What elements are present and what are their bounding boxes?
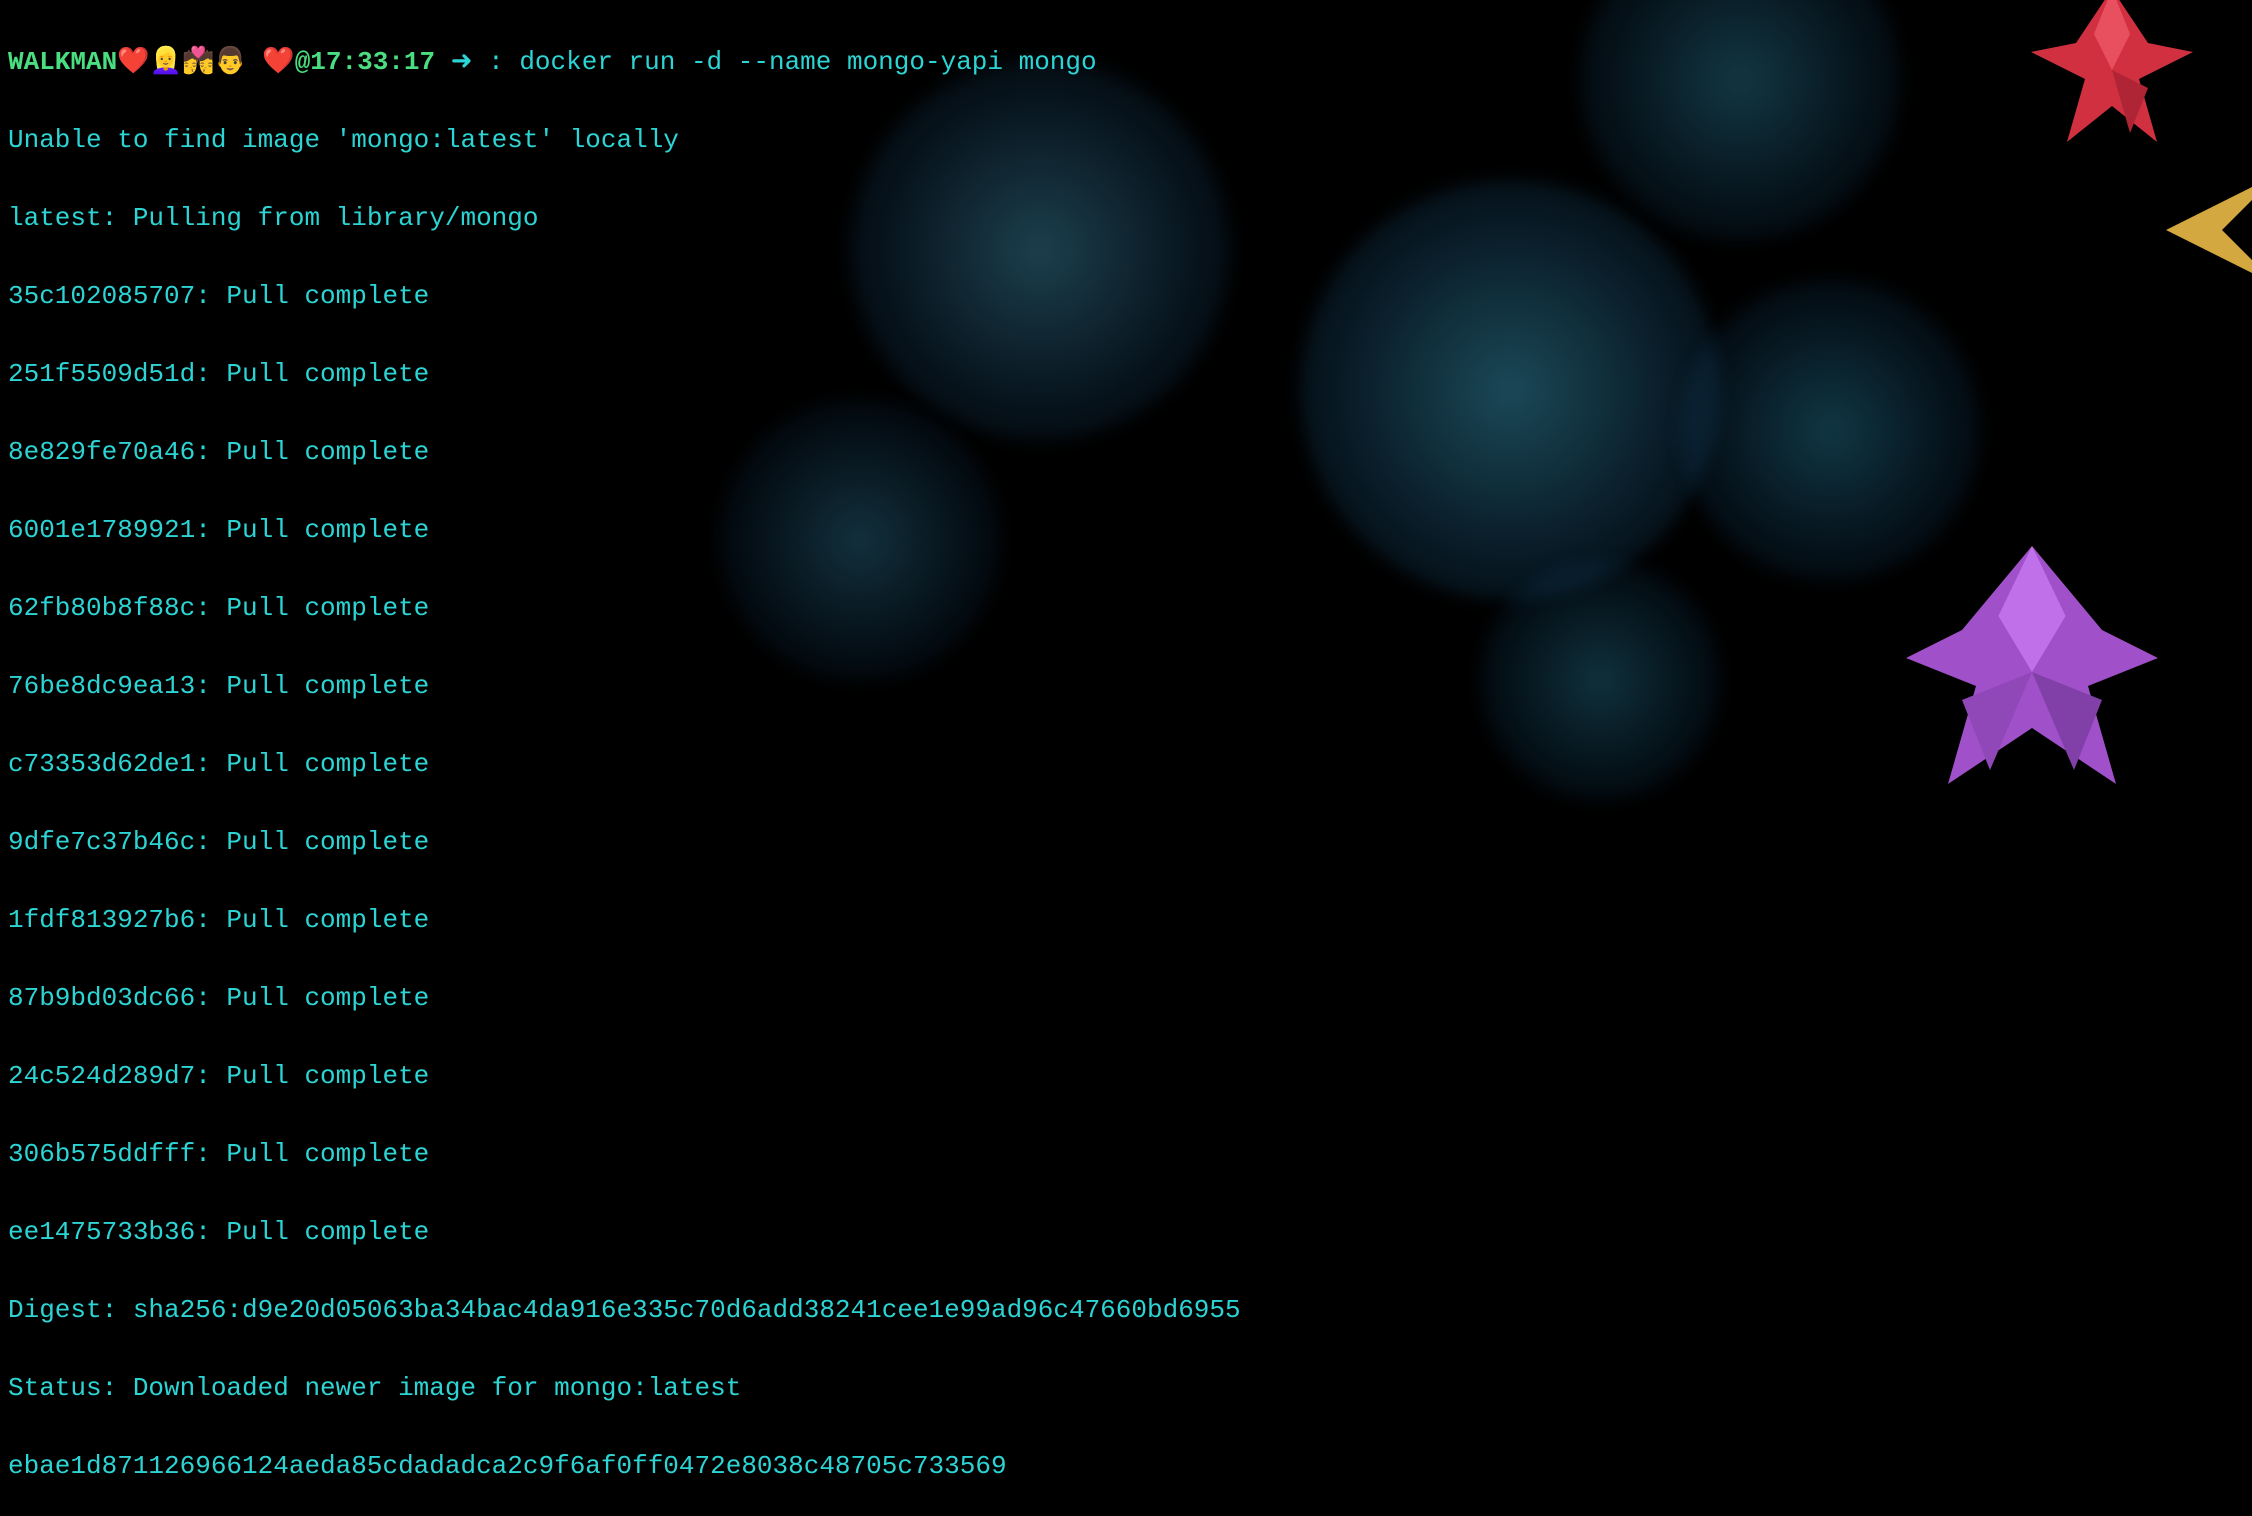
output-layer: 1fdf813927b6: Pull complete	[8, 901, 2244, 940]
output-layer: 9dfe7c37b46c: Pull complete	[8, 823, 2244, 862]
output-layer: 87b9bd03dc66: Pull complete	[8, 979, 2244, 1018]
output-layer: ee1475733b36: Pull complete	[8, 1213, 2244, 1252]
output-layer: 8e829fe70a46: Pull complete	[8, 433, 2244, 472]
output-layer: 251f5509d51d: Pull complete	[8, 355, 2244, 394]
shell-command: docker run -d --name mongo-yapi mongo	[504, 47, 1097, 77]
prompt-hostname: WALKMAN	[8, 47, 117, 77]
output-digest: Digest: sha256:d9e20d05063ba34bac4da916e…	[8, 1291, 2244, 1330]
output-layer: 62fb80b8f88c: Pull complete	[8, 589, 2244, 628]
prompt-arrow: ➜ :	[435, 47, 504, 77]
output-layer: 306b575ddfff: Pull complete	[8, 1135, 2244, 1174]
output-layer: 76be8dc9ea13: Pull complete	[8, 667, 2244, 706]
output-pulling: latest: Pulling from library/mongo	[8, 199, 2244, 238]
output-status: Status: Downloaded newer image for mongo…	[8, 1369, 2244, 1408]
prompt-time-prefix: @	[295, 47, 311, 77]
output-container-id: ebae1d871126966124aeda85cdadadca2c9f6af0…	[8, 1447, 2244, 1486]
prompt-line: WALKMAN❤️👱‍♀️💏👨 ❤️@17:33:17 ➜ : docker r…	[8, 43, 2244, 82]
output-layer: c73353d62de1: Pull complete	[8, 745, 2244, 784]
prompt-timestamp: 17:33:17	[310, 47, 435, 77]
output-unable-find: Unable to find image 'mongo:latest' loca…	[8, 121, 2244, 160]
output-layer: 6001e1789921: Pull complete	[8, 511, 2244, 550]
output-layer: 24c524d289d7: Pull complete	[8, 1057, 2244, 1096]
output-layer: 35c102085707: Pull complete	[8, 277, 2244, 316]
terminal-output[interactable]: WALKMAN❤️👱‍♀️💏👨 ❤️@17:33:17 ➜ : docker r…	[0, 0, 2252, 1516]
prompt-emojis: ❤️👱‍♀️💏👨 ❤️	[117, 43, 294, 82]
